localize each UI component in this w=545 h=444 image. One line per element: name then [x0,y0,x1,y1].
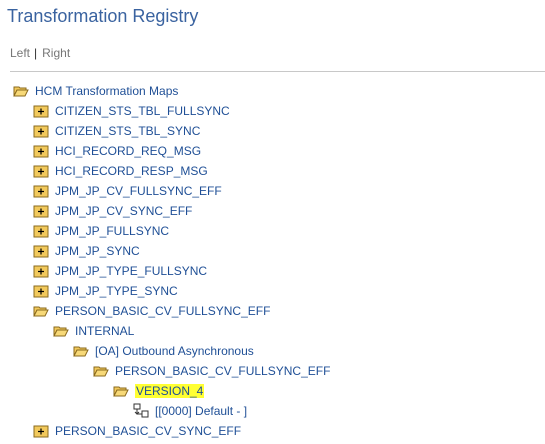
tree-node-default-entry[interactable]: [[0000] Default - ] [133,402,247,420]
folder-open-icon [73,343,89,359]
folder-plus-icon [33,283,49,299]
tree-item-label[interactable]: JPM_JP_CV_SYNC_EFF [55,204,192,218]
tree-item-label[interactable]: HCI_RECORD_RESP_MSG [55,164,208,178]
folder-plus-icon [33,103,49,119]
tree-item[interactable]: JPM_JP_TYPE_SYNC [33,282,178,300]
tree-item-label[interactable]: PERSON_BASIC_CV_FULLSYNC_EFF [55,304,270,318]
tree-default-entry-label[interactable]: [[0000] Default - ] [155,404,247,418]
tree-item[interactable]: HCI_RECORD_RESP_MSG [33,162,208,180]
tree-node-version[interactable]: VERSION_4 [113,382,205,400]
tree-node-outbound[interactable]: [OA] Outbound Asynchronous [73,342,254,360]
tree-item-label[interactable]: JPM_JP_SYNC [55,244,140,258]
tree-item-label[interactable]: CITIZEN_STS_TBL_SYNC [55,124,200,138]
tree-node-person-map[interactable]: PERSON_BASIC_CV_FULLSYNC_EFF [93,362,330,380]
folder-open-icon [13,83,29,99]
tree-item[interactable]: JPM_JP_FULLSYNC [33,222,169,240]
folder-plus-icon [33,163,49,179]
tree-item[interactable]: HCI_RECORD_REQ_MSG [33,142,201,160]
tree-internal-label[interactable]: INTERNAL [75,324,134,338]
folder-open-icon [113,383,129,399]
tree-item-label[interactable]: JPM_JP_FULLSYNC [55,224,169,238]
folder-plus-icon [33,223,49,239]
tree-item[interactable]: PERSON_BASIC_CV_SYNC_EFF [33,422,241,440]
folder-plus-icon [33,243,49,259]
tree-item-label[interactable]: CITIZEN_STS_TBL_FULLSYNC [55,104,230,118]
tree-item[interactable]: JPM_JP_SYNC [33,242,140,260]
tree-version-label[interactable]: VERSION_4 [135,384,205,398]
map-entry-icon [133,403,149,419]
folder-plus-icon [33,423,49,439]
folder-plus-icon [33,183,49,199]
folder-plus-icon [33,123,49,139]
tree-outbound-label[interactable]: [OA] Outbound Asynchronous [95,344,254,358]
tree-item-label[interactable]: PERSON_BASIC_CV_SYNC_EFF [55,424,241,438]
tree-item[interactable]: JPM_JP_CV_FULLSYNC_EFF [33,182,222,200]
tree-item-label[interactable]: JPM_JP_CV_FULLSYNC_EFF [55,184,222,198]
tree-node-internal[interactable]: INTERNAL [53,322,134,340]
tree-item[interactable]: CITIZEN_STS_TBL_SYNC [33,122,200,140]
tree-item-label[interactable]: JPM_JP_TYPE_FULLSYNC [55,264,207,278]
folder-plus-icon [33,203,49,219]
tree-item-label[interactable]: HCI_RECORD_REQ_MSG [55,144,201,158]
folder-plus-icon [33,143,49,159]
folder-open-icon [53,323,69,339]
tree-item-label[interactable]: JPM_JP_TYPE_SYNC [55,284,178,298]
transformation-tree: HCM Transformation Maps CITIZEN_STS_TBL_… [0,0,545,441]
tree-root-label[interactable]: HCM Transformation Maps [35,84,178,98]
tree-person-map-label[interactable]: PERSON_BASIC_CV_FULLSYNC_EFF [115,364,330,378]
tree-item[interactable]: JPM_JP_TYPE_FULLSYNC [33,262,207,280]
folder-open-icon [93,363,109,379]
tree-item[interactable]: CITIZEN_STS_TBL_FULLSYNC [33,102,230,120]
folder-plus-icon [33,263,49,279]
folder-open-icon [33,303,49,319]
tree-item-expanded[interactable]: PERSON_BASIC_CV_FULLSYNC_EFF [33,302,270,320]
tree-node-root[interactable]: HCM Transformation Maps [13,82,178,100]
tree-item[interactable]: JPM_JP_CV_SYNC_EFF [33,202,192,220]
